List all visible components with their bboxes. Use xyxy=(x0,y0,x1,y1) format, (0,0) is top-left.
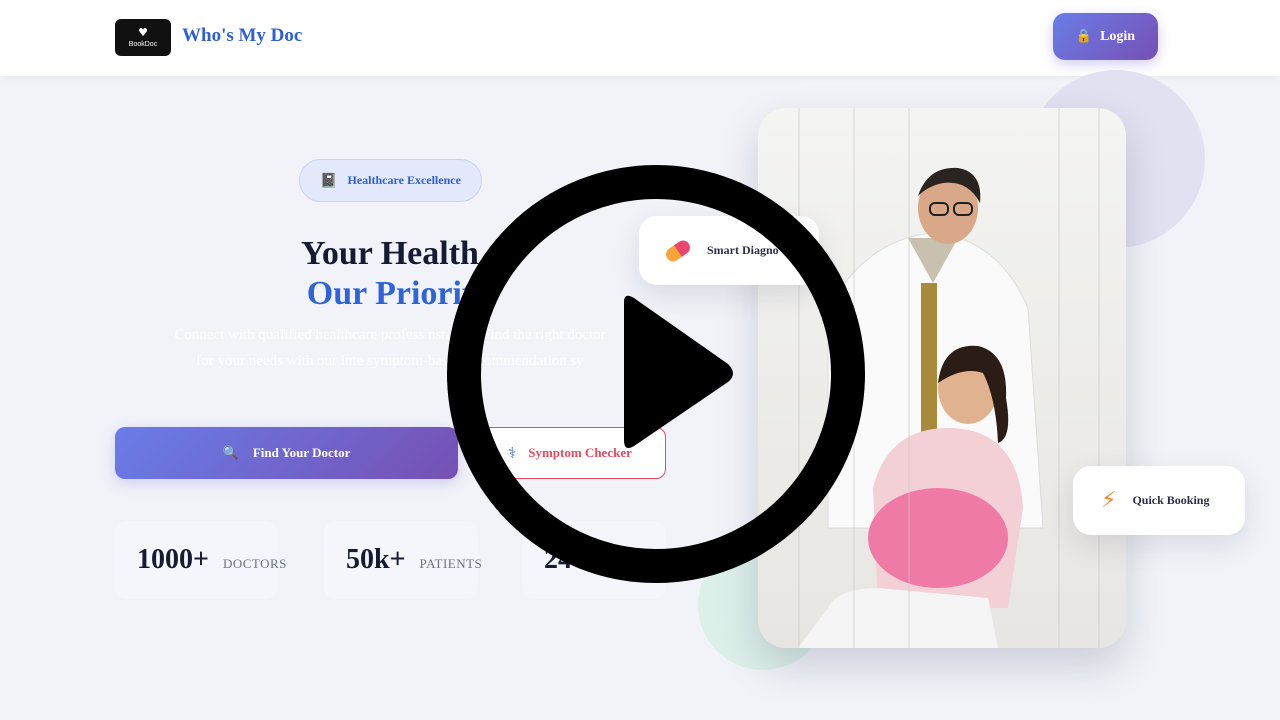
find-doctor-button[interactable]: 🔍 Find Your Doctor xyxy=(115,427,458,479)
login-button[interactable]: 🔒 Login xyxy=(1053,13,1158,60)
stat-value: 50k+ xyxy=(346,544,406,575)
logo-text: BookDoc xyxy=(128,40,158,48)
magnifier-icon: 🔍 xyxy=(222,445,239,461)
book-icon: 📓 xyxy=(320,172,338,189)
logo[interactable]: ♥ BookDoc xyxy=(115,19,171,56)
heart-icon: ♥ xyxy=(138,25,148,39)
login-label: Login xyxy=(1100,28,1136,44)
lightning-icon: ⚡ xyxy=(1101,488,1117,513)
badge-label: Healthcare Excellence xyxy=(347,173,461,187)
brand-name[interactable]: Who's My Doc xyxy=(182,25,302,47)
find-doctor-label: Find Your Doctor xyxy=(252,445,351,460)
stat-value: 1000+ xyxy=(137,544,209,575)
stat-label: DOCTORS xyxy=(222,556,287,571)
stat-doctors: 1000+ DOCTORS xyxy=(115,521,286,599)
lock-icon: 🔒 xyxy=(1075,29,1093,44)
play-icon[interactable] xyxy=(446,164,866,584)
quick-card-label: Quick Booking xyxy=(1132,493,1210,507)
quick-booking-card: ⚡ Quick Booking xyxy=(1073,466,1245,535)
navbar: ♥ BookDoc Who's My Doc 🔒 Login xyxy=(0,0,1280,76)
